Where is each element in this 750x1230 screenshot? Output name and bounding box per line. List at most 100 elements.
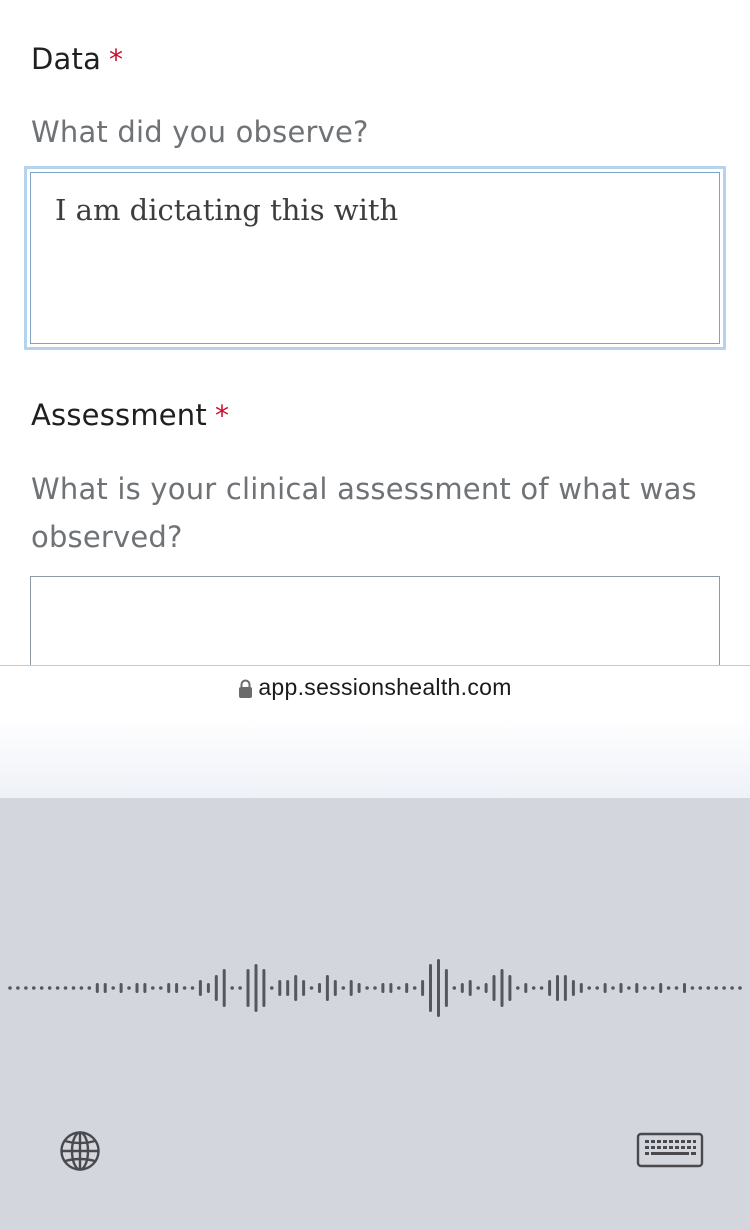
form-area: Data * What did you observe? I am dictati… <box>0 0 750 665</box>
waveform-bar <box>476 986 481 990</box>
waveform-bar <box>349 980 353 996</box>
waveform-bar <box>730 986 734 990</box>
waveform-bar <box>47 986 52 990</box>
browser-url-bar[interactable]: app.sessionshealth.com <box>0 665 750 798</box>
waveform-bar <box>135 983 139 993</box>
waveform-bar <box>556 975 559 1001</box>
waveform-bar <box>500 969 504 1007</box>
waveform-bar <box>182 986 187 990</box>
data-textarea[interactable]: I am dictating this with <box>30 172 720 344</box>
data-label-text: Data <box>31 42 102 76</box>
waveform-bar <box>95 983 99 993</box>
waveform-bar <box>16 986 20 990</box>
waveform-bar <box>698 986 703 990</box>
waveform-bar <box>373 986 377 990</box>
waveform-bar <box>444 969 448 1007</box>
waveform-bar <box>39 986 44 990</box>
required-marker: * <box>214 399 230 432</box>
waveform-bar <box>175 983 179 993</box>
waveform-bar <box>571 980 575 996</box>
waveform-bar <box>563 975 567 1001</box>
waveform-bar <box>492 975 496 1001</box>
waveform-bar <box>548 980 552 996</box>
waveform-bar <box>690 986 695 990</box>
waveform-bar <box>119 983 123 993</box>
waveform-bar <box>643 986 647 990</box>
waveform-bar <box>254 964 258 1012</box>
waveform-bar <box>246 969 250 1007</box>
waveform-bar <box>341 986 346 990</box>
waveform-bar <box>262 969 266 1007</box>
waveform-bar <box>683 983 686 993</box>
waveform-bar <box>397 986 401 990</box>
waveform-bar <box>595 986 599 990</box>
waveform-bar <box>127 986 131 990</box>
waveform-bar <box>714 986 718 990</box>
waveform-bar <box>309 986 314 990</box>
waveform-bar <box>650 986 655 990</box>
waveform-bar <box>531 986 536 990</box>
waveform-bar <box>619 983 623 993</box>
waveform-bar <box>318 983 321 993</box>
data-help-text: What did you observe? <box>31 115 369 149</box>
waveform-bar <box>111 986 115 990</box>
waveform-bar <box>286 980 290 996</box>
waveform-bar <box>381 983 385 993</box>
waveform-bar <box>659 983 663 993</box>
waveform-bar <box>365 986 369 990</box>
waveform-bar <box>167 983 171 993</box>
waveform-bar <box>24 986 28 990</box>
waveform-bar <box>389 983 393 993</box>
waveform-bar <box>230 986 234 990</box>
waveform-bar <box>143 983 147 993</box>
lock-icon <box>239 679 253 698</box>
waveform-bar <box>357 983 361 993</box>
waveform-bar <box>103 983 107 993</box>
waveform-bar <box>302 980 306 996</box>
waveform-bar <box>8 986 12 990</box>
waveform-bar <box>484 983 488 993</box>
data-field-label: Data * <box>31 42 123 76</box>
waveform-bar <box>437 959 440 1017</box>
waveform-bar <box>524 983 528 993</box>
waveform-bar <box>508 975 512 1001</box>
waveform-bar <box>674 986 679 990</box>
globe-icon[interactable] <box>55 1126 105 1176</box>
waveform-bar <box>706 986 711 990</box>
waveform-bar <box>190 986 195 990</box>
waveform-bar <box>539 986 544 990</box>
waveform-bar <box>627 986 631 990</box>
assessment-textarea[interactable] <box>30 576 720 665</box>
waveform-bar <box>151 986 155 990</box>
dictation-panel <box>0 798 750 1230</box>
url-row[interactable]: app.sessionshealth.com <box>0 674 750 701</box>
waveform-bar <box>333 980 337 996</box>
waveform-bar <box>63 986 68 990</box>
required-marker: * <box>109 43 124 76</box>
waveform-bar <box>214 975 218 1001</box>
waveform-bar <box>222 969 226 1007</box>
waveform-bar <box>238 986 242 990</box>
waveform-bar <box>55 986 60 990</box>
url-text[interactable]: app.sessionshealth.com <box>258 674 511 701</box>
keyboard-icon[interactable] <box>636 1132 704 1170</box>
waveform-bar <box>405 983 409 993</box>
waveform-bar <box>325 975 329 1001</box>
waveform-bar <box>579 983 583 993</box>
assessment-help-text: What is your clinical assessment of what… <box>31 472 697 554</box>
waveform-bar <box>87 986 92 990</box>
waveform-bar <box>587 986 591 990</box>
waveform-bar <box>159 986 163 990</box>
waveform-bar <box>722 986 726 990</box>
dictation-waveform <box>8 959 742 1017</box>
waveform-bar <box>603 983 607 993</box>
waveform-bar <box>412 986 417 990</box>
waveform-bar <box>516 986 520 990</box>
waveform-bar <box>278 980 282 996</box>
assessment-label-text: Assessment <box>31 398 207 432</box>
waveform-bar <box>206 983 210 993</box>
assessment-field-label: Assessment * <box>31 398 229 432</box>
waveform-bar <box>421 980 425 996</box>
waveform-bar <box>270 986 274 990</box>
waveform-bar <box>79 986 84 990</box>
